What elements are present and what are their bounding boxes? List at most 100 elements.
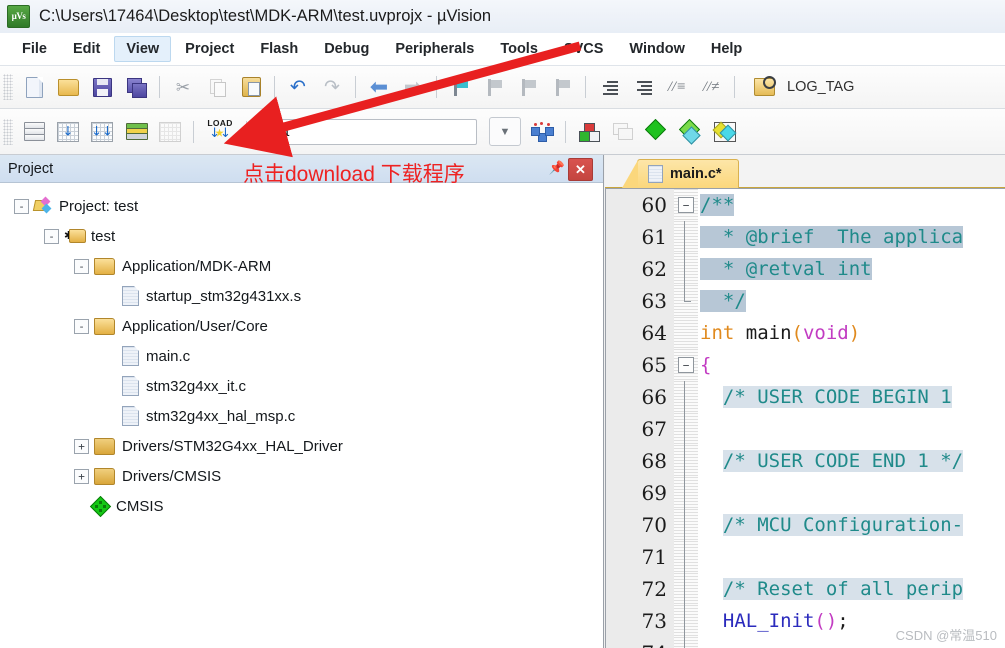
code-line[interactable]: 64 int main(void) xyxy=(606,317,1005,349)
menu-svcs[interactable]: SVCS xyxy=(552,36,616,62)
undo-icon[interactable]: ↶ xyxy=(283,72,313,102)
menu-window[interactable]: Window xyxy=(617,36,696,62)
fold-column[interactable] xyxy=(674,285,698,317)
pack-installer-icon[interactable] xyxy=(642,117,672,147)
code-line[interactable]: 71 xyxy=(606,541,1005,573)
tree-node-target[interactable]: - ✱ test xyxy=(0,221,603,251)
tree-node-group-haldriver[interactable]: + Drivers/STM32G4xx_HAL_Driver xyxy=(0,431,603,461)
toggle-bookmark-icon[interactable] xyxy=(445,72,475,102)
fold-column[interactable] xyxy=(674,605,698,637)
download-button[interactable]: LOAD ↓↓ xyxy=(202,117,238,147)
menu-flash[interactable]: Flash xyxy=(248,36,310,62)
code-line[interactable]: 66 /* USER CODE BEGIN 1 xyxy=(606,381,1005,413)
menu-tools[interactable]: Tools xyxy=(488,36,550,62)
clear-bookmarks-icon[interactable] xyxy=(547,72,577,102)
close-icon[interactable]: ✕ xyxy=(568,158,593,181)
expand-toggle[interactable]: - xyxy=(44,228,59,244)
code-line[interactable]: 60−/** xyxy=(606,189,1005,221)
tab-main-c[interactable]: main.c* xyxy=(622,159,739,188)
menu-peripherals[interactable]: Peripherals xyxy=(383,36,486,62)
software-packs-icon[interactable] xyxy=(710,117,740,147)
code-line[interactable]: 61 * @brief The applica xyxy=(606,221,1005,253)
save-all-icon[interactable] xyxy=(121,72,151,102)
navigate-forward-icon[interactable]: ➡ xyxy=(398,72,428,102)
build-icon[interactable]: ↓ xyxy=(53,117,83,147)
previous-bookmark-icon[interactable] xyxy=(479,72,509,102)
chevron-down-icon[interactable]: ▼ xyxy=(489,117,521,146)
paste-icon[interactable] xyxy=(236,72,266,102)
fold-collapse-icon[interactable]: − xyxy=(678,357,694,373)
fold-column[interactable] xyxy=(674,573,698,605)
menu-edit[interactable]: Edit xyxy=(61,36,112,62)
rebuild-all-icon[interactable]: ↓↓ xyxy=(87,117,117,147)
fold-column[interactable] xyxy=(674,637,698,648)
fold-column[interactable]: − xyxy=(674,349,698,381)
tree-node-file-halmsp[interactable]: stm32g4xx_hal_msp.c xyxy=(0,401,603,431)
menu-project[interactable]: Project xyxy=(173,36,246,62)
code-line[interactable]: 72 /* Reset of all perip xyxy=(606,573,1005,605)
code-line[interactable]: 68 /* USER CODE END 1 */ xyxy=(606,445,1005,477)
menu-help[interactable]: Help xyxy=(699,36,754,62)
manage-runtime-environment-icon[interactable] xyxy=(676,117,706,147)
outdent-icon[interactable] xyxy=(628,72,658,102)
fold-column[interactable] xyxy=(674,253,698,285)
code-line[interactable]: 67 xyxy=(606,413,1005,445)
tree-node-file-it[interactable]: stm32g4xx_it.c xyxy=(0,371,603,401)
expand-toggle[interactable]: - xyxy=(74,318,89,334)
save-icon[interactable] xyxy=(87,72,117,102)
menu-file[interactable]: File xyxy=(10,36,59,62)
tree-node-file-main[interactable]: main.c xyxy=(0,341,603,371)
find-field-value[interactable]: LOG_TAG xyxy=(787,79,854,95)
toolbar-grip[interactable] xyxy=(3,74,13,100)
tree-node-file-startup[interactable]: startup_stm32g431xx.s xyxy=(0,281,603,311)
tree-node-cmsis[interactable]: CMSIS xyxy=(0,491,603,521)
fold-column[interactable] xyxy=(674,541,698,573)
open-file-icon[interactable] xyxy=(53,72,83,102)
find-in-files-icon[interactable] xyxy=(749,72,779,102)
code-line[interactable]: 69 xyxy=(606,477,1005,509)
target-options-icon[interactable] xyxy=(527,117,557,147)
uncomment-icon[interactable]: //≠ xyxy=(696,72,726,102)
fold-column[interactable] xyxy=(674,477,698,509)
expand-toggle[interactable]: + xyxy=(74,438,89,454)
fold-column[interactable] xyxy=(674,445,698,477)
comment-icon[interactable]: //≡ xyxy=(662,72,692,102)
expand-toggle[interactable]: - xyxy=(74,258,89,274)
expand-toggle[interactable]: + xyxy=(74,468,89,484)
multi-project-icon[interactable] xyxy=(608,117,638,147)
stop-build-icon[interactable] xyxy=(155,117,185,147)
toolbar-grip[interactable] xyxy=(3,118,13,145)
new-file-icon[interactable] xyxy=(19,72,49,102)
code-line[interactable]: 62 * @retval int xyxy=(606,253,1005,285)
toolbar-separator xyxy=(585,76,586,98)
pin-icon[interactable]: 📌 xyxy=(548,159,566,177)
fold-column[interactable] xyxy=(674,509,698,541)
fold-column[interactable] xyxy=(674,381,698,413)
code-line[interactable]: 65−{ xyxy=(606,349,1005,381)
manage-project-items-icon[interactable] xyxy=(574,117,604,147)
redo-icon[interactable]: ↷ xyxy=(317,72,347,102)
next-bookmark-icon[interactable] xyxy=(513,72,543,102)
navigate-back-icon[interactable]: ⬅ xyxy=(364,72,394,102)
indent-icon[interactable] xyxy=(594,72,624,102)
tree-node-group-usercore[interactable]: - Application/User/Core xyxy=(0,311,603,341)
fold-column[interactable]: − xyxy=(674,189,698,221)
fold-column[interactable] xyxy=(674,221,698,253)
code-editor[interactable]: 60−/** 61 * @brief The applica 62 * @retva… xyxy=(605,188,1005,648)
copy-icon[interactable] xyxy=(202,72,232,102)
target-select[interactable]: test xyxy=(257,118,477,145)
tree-node-group-mdkarm[interactable]: - Application/MDK-ARM xyxy=(0,251,603,281)
code-line[interactable]: 63 */ xyxy=(606,285,1005,317)
cut-icon[interactable]: ✂ xyxy=(168,72,198,102)
fold-collapse-icon[interactable]: − xyxy=(678,197,694,213)
batch-build-icon[interactable] xyxy=(121,117,151,147)
menu-debug[interactable]: Debug xyxy=(312,36,381,62)
expand-toggle[interactable]: - xyxy=(14,198,29,214)
tree-node-group-cmsisdrv[interactable]: + Drivers/CMSIS xyxy=(0,461,603,491)
menu-view[interactable]: View xyxy=(114,36,172,62)
translate-icon[interactable] xyxy=(19,117,49,147)
fold-column[interactable] xyxy=(674,317,698,349)
tree-node-project[interactable]: - Project: test xyxy=(0,191,603,221)
fold-column[interactable] xyxy=(674,413,698,445)
code-line[interactable]: 70 /* MCU Configuration- xyxy=(606,509,1005,541)
